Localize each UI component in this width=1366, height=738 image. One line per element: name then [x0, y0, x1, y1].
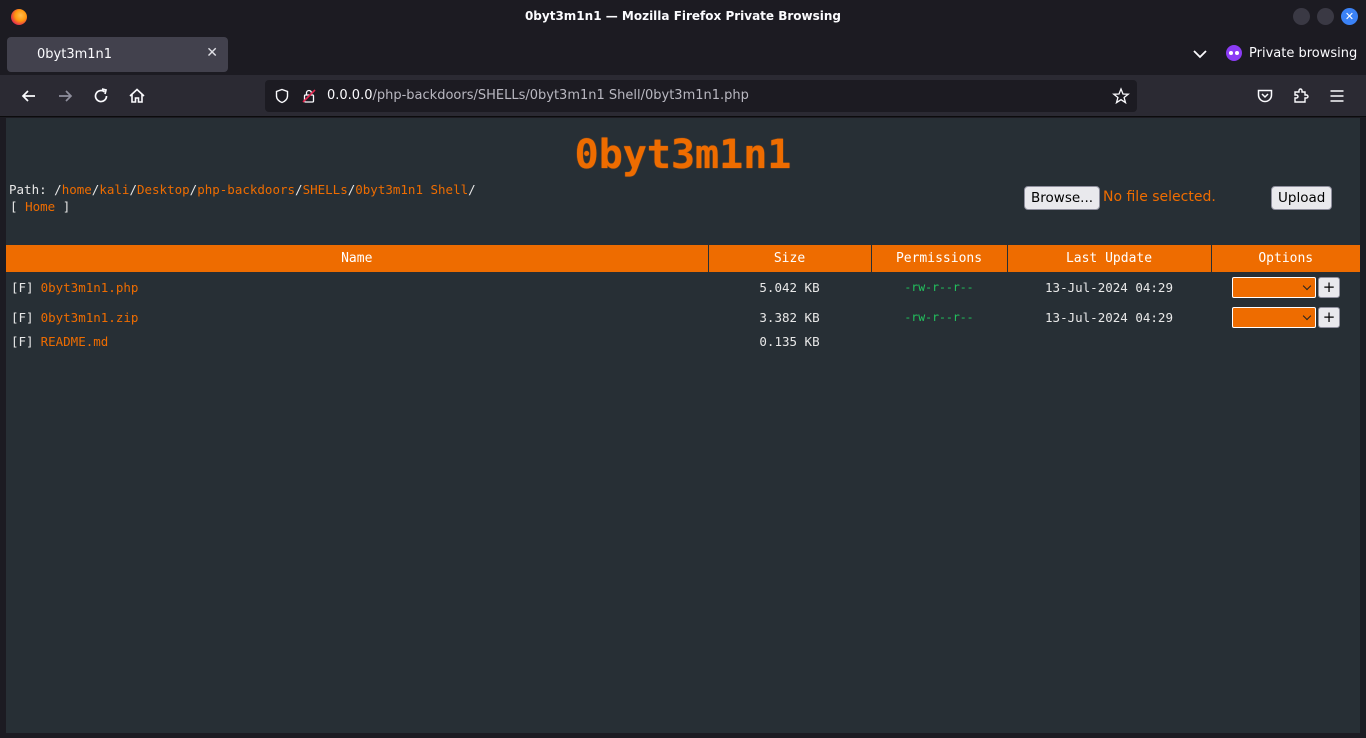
- file-link[interactable]: 0byt3m1n1.php: [41, 280, 139, 295]
- tracking-shield-icon[interactable]: [274, 88, 290, 104]
- private-browsing-label: Private browsing: [1249, 45, 1358, 61]
- address-bar[interactable]: 0.0.0.0/php-backdoors/SHELLs/0byt3m1n1 S…: [265, 80, 1137, 112]
- breadcrumb: Path: /home/kali/Desktop/php-backdoors/S…: [9, 182, 476, 197]
- file-permissions: [871, 332, 1007, 362]
- options-go-button[interactable]: +: [1318, 306, 1340, 328]
- private-mask-icon: [1226, 45, 1242, 61]
- file-link[interactable]: README.md: [41, 334, 109, 349]
- home-bracket-close: ]: [55, 199, 71, 214]
- list-all-tabs-icon[interactable]: [1191, 45, 1209, 63]
- back-icon[interactable]: [19, 86, 39, 106]
- header-size: Size: [708, 245, 872, 272]
- table-row: [F] 0byt3m1n1.php 5.042 KB -rw-r--r-- 13-…: [6, 272, 1360, 302]
- shell-logo: 0byt3m1n1: [574, 132, 792, 178]
- window-border-right: [1360, 117, 1366, 733]
- options-go-button[interactable]: +: [1318, 276, 1340, 298]
- header-last-update: Last Update: [1007, 245, 1212, 272]
- path-sep: /: [468, 182, 476, 197]
- window-titlebar: 0byt3m1n1 — Mozilla Firefox Private Brow…: [0, 0, 1366, 33]
- window-title: 0byt3m1n1 — Mozilla Firefox Private Brow…: [524, 9, 842, 23]
- url-path: /php-backdoors/SHELLs/0byt3m1n1 Shell/0b…: [372, 88, 749, 103]
- table-row: [F] README.md 0.135 KB: [6, 332, 1360, 362]
- private-browsing-indicator: Private browsing: [1226, 45, 1357, 61]
- tab-strip: 0byt3m1n1 ✕ Private browsing: [0, 33, 1366, 75]
- file-link[interactable]: 0byt3m1n1.zip: [41, 310, 139, 325]
- path-segment-kali[interactable]: kali: [99, 182, 129, 197]
- header-permissions: Permissions: [871, 245, 1008, 272]
- maximize-button[interactable]: [1317, 8, 1334, 25]
- window-border-bottom: [0, 733, 1366, 738]
- home-link[interactable]: Home: [25, 199, 55, 214]
- path-segment-desktop[interactable]: Desktop: [137, 182, 190, 197]
- path-segment-shell-dir[interactable]: 0byt3m1n1 Shell: [355, 182, 468, 197]
- path-prefix: Path: /: [9, 182, 62, 197]
- file-type: [F]: [11, 334, 34, 349]
- header-name: Name: [6, 245, 709, 272]
- extensions-icon[interactable]: [1291, 86, 1311, 106]
- path-segment-shells[interactable]: SHELLs: [303, 182, 348, 197]
- close-window-button[interactable]: ✕: [1341, 8, 1358, 25]
- navigation-toolbar: 0.0.0.0/php-backdoors/SHELLs/0byt3m1n1 S…: [0, 75, 1366, 117]
- file-permissions[interactable]: -rw-r--r--: [871, 302, 1007, 332]
- path-sep: /: [129, 182, 137, 197]
- tab-label: 0byt3m1n1: [37, 47, 113, 62]
- upload-button[interactable]: Upload: [1271, 186, 1333, 210]
- file-type: [F]: [11, 309, 34, 325]
- file-date: 13-Jul-2024 04:29: [1045, 309, 1173, 325]
- header-options: Options: [1211, 245, 1360, 272]
- tab-close-icon[interactable]: ✕: [206, 45, 218, 61]
- browse-button[interactable]: Browse...: [1024, 186, 1101, 210]
- app-menu-icon[interactable]: [1327, 86, 1347, 106]
- reload-icon[interactable]: [91, 86, 111, 106]
- file-size: 5.042 KB: [759, 279, 820, 295]
- file-date: [1007, 332, 1211, 362]
- table-header-row: Name Size Permissions Last Update Option…: [6, 245, 1360, 272]
- path-segment-home[interactable]: home: [62, 182, 92, 197]
- path-segment-php-backdoors[interactable]: php-backdoors: [197, 182, 295, 197]
- home-bracket-open: [: [10, 199, 26, 214]
- bookmark-star-icon[interactable]: [1112, 87, 1130, 105]
- path-sep: /: [295, 182, 303, 197]
- file-date: 13-Jul-2024 04:29: [1045, 279, 1173, 295]
- forward-icon[interactable]: [55, 86, 75, 106]
- minimize-button[interactable]: [1293, 8, 1310, 25]
- file-size: 3.382 KB: [759, 309, 820, 325]
- pocket-icon[interactable]: [1255, 86, 1275, 106]
- url-host: 0.0.0.0: [327, 88, 373, 103]
- options-select[interactable]: [1232, 276, 1316, 298]
- home-link-wrapper: [ Home ]: [10, 199, 70, 214]
- file-size: 0.135 KB: [759, 334, 820, 349]
- file-table: Name Size Permissions Last Update Option…: [6, 245, 1360, 362]
- table-row: [F] 0byt3m1n1.zip 3.382 KB -rw-r--r-- 13-…: [6, 302, 1360, 332]
- tab-0byt3m1n1[interactable]: 0byt3m1n1 ✕: [7, 37, 228, 72]
- file-type: [F]: [11, 279, 34, 295]
- file-permissions[interactable]: -rw-r--r--: [871, 272, 1007, 302]
- options-select[interactable]: [1232, 306, 1316, 328]
- page-content: 0byt3m1n1 Path: /home/kali/Desktop/php-b…: [6, 118, 1360, 733]
- insecure-lock-icon[interactable]: [301, 88, 317, 104]
- home-icon[interactable]: [127, 86, 147, 106]
- url-text[interactable]: 0.0.0.0/php-backdoors/SHELLs/0byt3m1n1 S…: [327, 88, 749, 103]
- file-status-text: No file selected.: [1103, 189, 1216, 205]
